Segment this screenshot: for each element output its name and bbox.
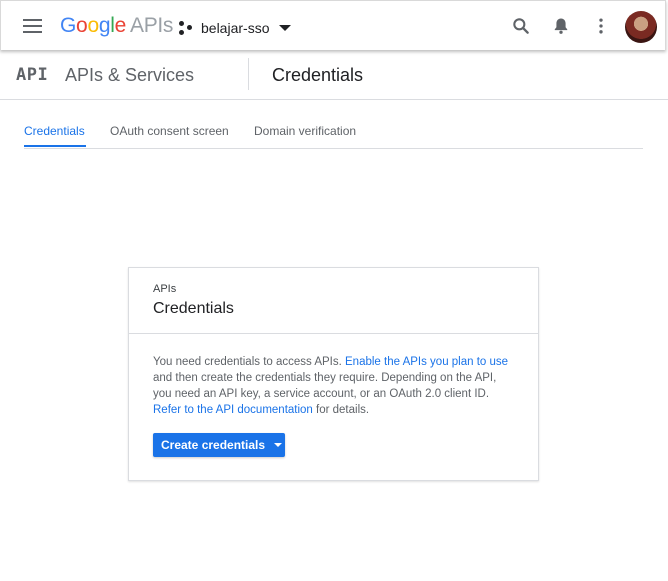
- enable-apis-link[interactable]: Enable the APIs you plan to use: [345, 356, 508, 368]
- chevron-down-icon: [279, 25, 292, 31]
- tab-oauth-consent-screen[interactable]: OAuth consent screen: [110, 124, 229, 138]
- card-description: You need credentials to access APIs. Ena…: [153, 354, 516, 418]
- tab-domain-verification[interactable]: Domain verification: [254, 124, 356, 138]
- tab-bar: Credentials OAuth consent screen Domain …: [24, 124, 643, 149]
- project-name: belajar-sso: [201, 20, 270, 36]
- logo-letter: G: [60, 14, 77, 37]
- card-kicker: APIs: [153, 283, 177, 295]
- logo-letter: o: [87, 14, 99, 37]
- logo-letter: o: [76, 14, 88, 37]
- card-title: Credentials: [153, 300, 234, 317]
- active-tab-indicator: [24, 145, 86, 147]
- page-title: Credentials: [272, 65, 364, 85]
- divider: [248, 58, 249, 90]
- tab-credentials[interactable]: Credentials: [24, 124, 85, 138]
- credentials-card: APIs Credentials You need credentials to…: [128, 267, 539, 481]
- description-text: for details.: [312, 404, 370, 416]
- logo-product: APIs: [129, 14, 174, 37]
- project-selector[interactable]: belajar-sso: [179, 17, 292, 39]
- search-icon[interactable]: [511, 16, 531, 36]
- card-header: APIs Credentials: [129, 268, 538, 334]
- create-credentials-button[interactable]: Create credentials: [153, 433, 285, 457]
- description-text: and then create the credentials they req…: [153, 372, 497, 400]
- more-vert-icon[interactable]: [591, 16, 611, 36]
- create-credentials-label: Create credentials: [161, 438, 266, 452]
- notifications-icon[interactable]: [551, 16, 571, 36]
- avatar[interactable]: [625, 11, 657, 43]
- api-icon: API: [16, 65, 49, 85]
- project-icon: [179, 21, 193, 35]
- top-app-bar: Google APIs belajar-sso: [0, 0, 666, 50]
- logo-letter: e: [114, 14, 127, 37]
- section-title[interactable]: APIs & Services: [65, 65, 194, 86]
- api-documentation-link[interactable]: Refer to the API documentation: [153, 404, 313, 416]
- google-apis-logo[interactable]: Google APIs: [60, 14, 173, 38]
- menu-icon[interactable]: [23, 19, 42, 33]
- logo-letter: g: [98, 14, 111, 37]
- dropdown-arrow-icon: [274, 443, 283, 447]
- description-text: You need credentials to access APIs.: [153, 356, 346, 368]
